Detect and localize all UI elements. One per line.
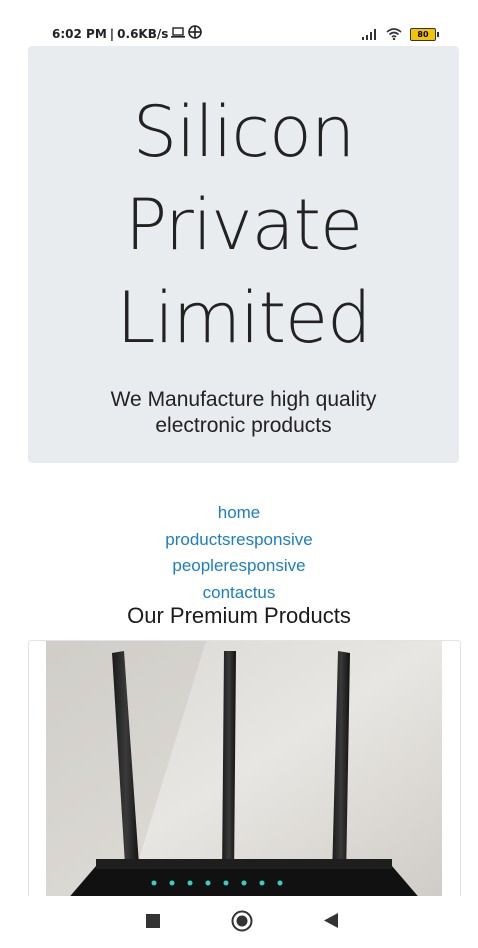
status-bar: 6:02 PM | 0.6KB/s 80 [0, 0, 478, 42]
product-card[interactable] [28, 640, 461, 902]
signal-icon [362, 25, 378, 44]
title-line: Silicon [132, 91, 355, 173]
nav-link-home[interactable]: home [0, 500, 478, 527]
system-nav-bar [0, 896, 478, 948]
status-right: 80 [362, 25, 439, 44]
status-time: 6:02 PM [52, 26, 107, 41]
status-speed: 0.6KB/s [117, 26, 169, 41]
products-heading: Our Premium Products [127, 603, 351, 628]
title-line: Limited [116, 277, 371, 359]
network-globe-icon [188, 25, 203, 42]
status-left: 6:02 PM | 0.6KB/s [52, 25, 203, 42]
nav-link-people[interactable]: peopleresponsive [0, 553, 478, 580]
nav-link-products[interactable]: productsresponsive [0, 527, 478, 554]
home-circle-icon[interactable] [231, 910, 253, 937]
title-line: Private [124, 184, 363, 266]
main-nav: home productsresponsive peopleresponsive… [0, 500, 478, 606]
battery-icon: 80 [410, 28, 439, 41]
company-title: Silicon Private Limited [28, 86, 459, 365]
router-image [46, 641, 442, 901]
recents-square-icon[interactable] [146, 914, 160, 933]
laptop-icon [171, 26, 186, 41]
hero-banner: Silicon Private Limited We Manufacture h… [28, 46, 459, 463]
hero-subtitle: We Manufacture high quality electronic p… [110, 388, 377, 437]
back-triangle-icon[interactable] [324, 913, 338, 933]
wifi-icon [386, 25, 402, 44]
